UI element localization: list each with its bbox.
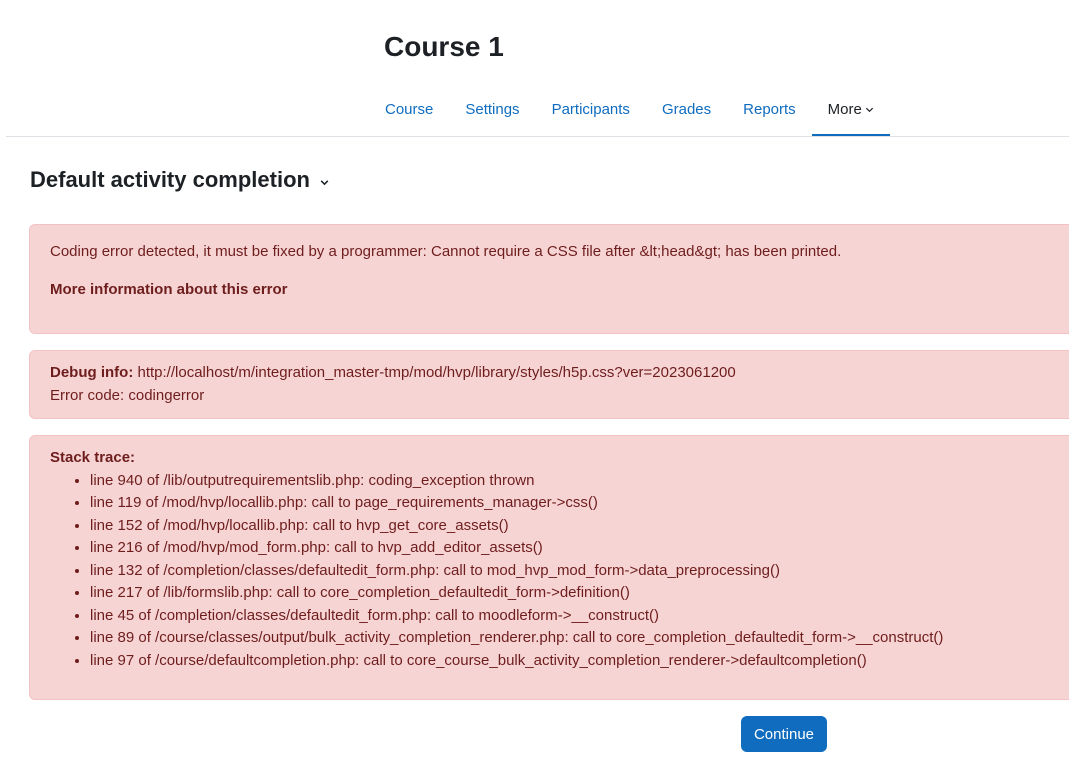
- tab-grades[interactable]: Grades: [646, 82, 727, 137]
- tab-course[interactable]: Course: [369, 82, 449, 137]
- activity-completion-heading[interactable]: Default activity completion: [30, 166, 330, 194]
- error-message: Coding error detected, it must be fixed …: [50, 243, 842, 260]
- stack-trace-label: Stack trace:: [50, 449, 136, 466]
- stack-trace-line: line 216 of /mod/hvp/mod_form.php: call …: [90, 537, 1068, 560]
- tab-more-label: More: [827, 101, 862, 118]
- page-title: Course 1: [384, 31, 504, 62]
- debug-info-url: http://localhost/m/integration_master-tm…: [133, 364, 736, 381]
- stack-trace-alert: Stack trace: line 940 of /lib/outputrequ…: [29, 435, 1069, 700]
- page: Course 1 Course Settings Participants Gr…: [0, 0, 1069, 782]
- tab-participants[interactable]: Participants: [536, 82, 646, 137]
- chevron-down-icon: [320, 179, 329, 185]
- debug-info-line: Debug info: http://localhost/m/integrati…: [50, 362, 1068, 385]
- tab-reports[interactable]: Reports: [727, 82, 812, 137]
- tab-more[interactable]: More: [811, 82, 890, 137]
- secondary-navigation: Course Settings Participants Grades Repo…: [369, 82, 890, 137]
- stack-trace-line: line 152 of /mod/hvp/locallib.php: call …: [90, 515, 1068, 538]
- tab-settings[interactable]: Settings: [449, 82, 535, 137]
- stack-trace-line: line 132 of /completion/classes/defaulte…: [90, 560, 1068, 583]
- debug-info-alert: Debug info: http://localhost/m/integrati…: [29, 350, 1069, 419]
- chevron-down-icon: [865, 107, 873, 113]
- continue-button[interactable]: Continue: [741, 716, 827, 752]
- stack-trace-line: line 217 of /lib/formslib.php: call to c…: [90, 582, 1068, 605]
- debug-info-label: Debug info:: [50, 364, 134, 381]
- error-code: Error code: codingerror: [50, 386, 205, 404]
- stack-trace-line: line 940 of /lib/outputrequirementslib.p…: [90, 470, 1068, 493]
- error-alert: Coding error detected, it must be fixed …: [29, 224, 1069, 334]
- nav-divider: [6, 136, 1069, 137]
- more-info-link[interactable]: More information about this error: [50, 279, 288, 302]
- stack-trace-line: line 45 of /completion/classes/defaulted…: [90, 605, 1068, 628]
- stack-trace-line: line 89 of /course/classes/output/bulk_a…: [90, 627, 1068, 650]
- stack-trace-list: line 940 of /lib/outputrequirementslib.p…: [50, 470, 1068, 673]
- stack-trace-line: line 119 of /mod/hvp/locallib.php: call …: [90, 492, 1068, 515]
- section-title: Default activity completion: [30, 167, 310, 192]
- stack-trace-line: line 97 of /course/defaultcompletion.php…: [90, 650, 1068, 673]
